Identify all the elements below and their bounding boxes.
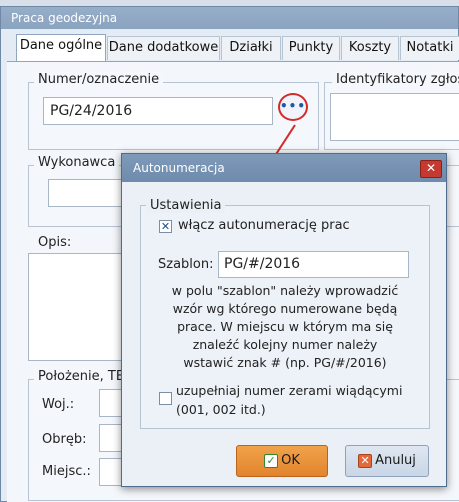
auto-numbering-label: włącz autonumerację prac [178, 218, 350, 233]
cancel-button[interactable]: ✕ Anuluj [345, 445, 429, 477]
autonumbering-dialog: Autonumeracja ✕ Ustawienia ✕ włącz auton… [121, 153, 447, 487]
close-icon[interactable]: ✕ [420, 160, 442, 178]
dialog-title: Autonumeracja [122, 154, 446, 182]
help-line: prace. W miejscu w którym ma się [177, 319, 393, 334]
help-line: w polu "szablon" należy wprowadzić [171, 283, 399, 298]
cancel-label: Anuluj [375, 453, 416, 468]
check-icon: ✓ [264, 453, 279, 468]
ok-button[interactable]: ✓ OK [236, 445, 328, 477]
help-line: wzór wg którego numerowane będą [172, 301, 398, 316]
zero-padding-label-line2: (001, 002 itd.) [176, 402, 266, 417]
settings-label: Ustawienia [146, 198, 226, 213]
zero-padding-label-line1: uzupełniaj numer zerami wiądącymi [176, 383, 403, 398]
auto-numbering-checkbox[interactable]: ✕ [159, 220, 172, 233]
template-label: Szablon: [158, 257, 214, 272]
ok-label: OK [281, 453, 300, 468]
template-help-text: w polu "szablon" należy wprowadzić wzór … [147, 282, 423, 372]
template-input[interactable]: PG/#/2016 [218, 251, 409, 278]
help-line: znaleźć kolejny numer należy [192, 337, 378, 352]
help-line: wstawić znak # (np. PG/#/2016) [183, 355, 387, 370]
zero-padding-checkbox[interactable] [159, 392, 172, 405]
cancel-icon: ✕ [358, 453, 373, 468]
